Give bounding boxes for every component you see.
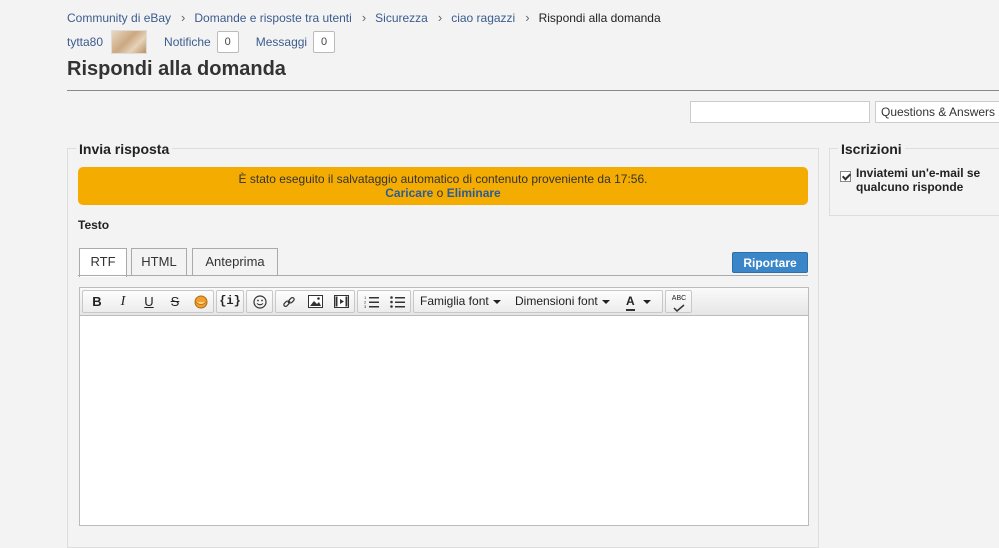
notifications-count[interactable]: 0 [216,31,239,53]
breadcrumb: Community di eBay › Domande e risposte t… [67,10,661,25]
image-icon[interactable] [302,291,328,312]
title-divider [67,90,999,91]
delete-autosave-link[interactable]: Eliminare [447,186,501,200]
user-bar: tytta80 Notifiche 0 Messaggi 0 [67,30,336,54]
tab-preview[interactable]: Anteprima [192,248,278,276]
page-title: Rispondi alla domanda [67,58,286,80]
spoiler-icon[interactable] [188,291,214,312]
search-scope-select[interactable]: Questions & Answers [875,101,999,123]
font-group: Famiglia font Dimensioni font A [413,290,663,313]
tab-rtf[interactable]: RTF [79,248,127,277]
bold-icon[interactable]: B [84,291,110,312]
breadcrumb-current: Rispondi alla domanda [538,10,661,25]
editor-toolbar: B I U S {i} 123 Famiglia font Dimensioni… [79,287,809,316]
notifications-link[interactable]: Notifiche [164,35,211,49]
chevron-right-icon: › [181,10,186,25]
font-size-dropdown[interactable]: Dimensioni font [515,291,610,312]
autosave-message: È stato eseguito il salvataggio automati… [238,172,648,186]
chevron-right-icon: › [361,10,367,25]
spellcheck-group: ABC [665,290,692,313]
text-color-dropdown[interactable]: A [626,291,651,312]
load-autosave-link[interactable]: Caricare [385,186,433,200]
emoji-group [246,290,273,313]
format-group: B I U S [82,290,214,313]
strikethrough-icon[interactable]: S [162,291,188,312]
autosave-notice: È stato eseguito il salvataggio automati… [78,167,808,205]
bullet-list-icon[interactable] [384,291,410,312]
chevron-down-icon [492,299,501,304]
chevron-down-icon [642,299,651,304]
rich-text-editor[interactable] [79,316,809,526]
list-group: 123 [357,290,411,313]
link-icon[interactable] [276,291,302,312]
checkbox-icon[interactable] [840,171,851,182]
italic-icon[interactable]: I [110,291,136,312]
tabs-divider [78,275,808,276]
report-button[interactable]: Riportare [732,252,808,273]
code-icon[interactable]: {i} [217,291,243,312]
chevron-down-icon [601,299,610,304]
reply-section-title: Invia risposta [76,141,173,157]
messages-count[interactable]: 0 [313,31,336,53]
chevron-right-icon: › [525,10,530,25]
or-text: o [436,186,444,200]
body-label: Testo [78,218,110,232]
breadcrumb-community[interactable]: Community di eBay [67,11,171,25]
spellcheck-label: ABC [671,295,687,302]
email-subscription-label[interactable]: Inviatemi un'e-mail se qualcuno risponde [856,166,999,194]
emoji-icon[interactable] [247,291,273,312]
text-color-icon: A [626,294,635,311]
subscriptions-title: Iscrizioni [838,141,905,157]
username-link[interactable]: tytta80 [67,35,103,49]
breadcrumb-thread[interactable]: ciao ragazzi [451,11,515,25]
search-input[interactable] [690,101,870,123]
breadcrumb-security[interactable]: Sicurezza [375,11,428,25]
font-family-label: Famiglia font [420,294,489,308]
font-size-label: Dimensioni font [515,294,598,308]
insert-group [275,290,355,313]
breadcrumb-qa[interactable]: Domande e risposte tra utenti [194,11,351,25]
video-icon[interactable] [328,291,354,312]
chevron-right-icon: › [437,10,443,25]
tab-html[interactable]: HTML [131,248,187,276]
spellcheck-icon[interactable]: ABC [666,291,692,312]
code-group: {i} [216,290,244,313]
messages-link[interactable]: Messaggi [256,35,307,49]
numbered-list-icon[interactable]: 123 [358,291,384,312]
font-family-dropdown[interactable]: Famiglia font [420,291,501,312]
svg-text:3: 3 [364,304,367,308]
underline-icon[interactable]: U [136,291,162,312]
avatar[interactable] [111,30,148,54]
